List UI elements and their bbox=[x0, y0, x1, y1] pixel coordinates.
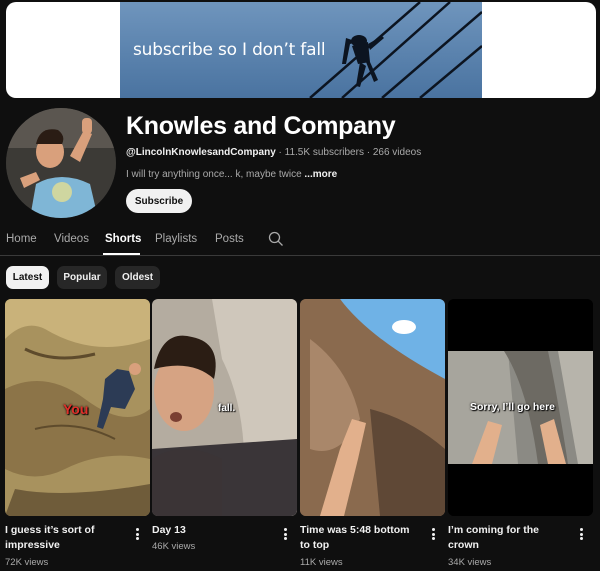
short-thumbnail[interactable] bbox=[300, 299, 445, 516]
avatar-image bbox=[6, 108, 116, 218]
short-views: 11K views bbox=[300, 557, 343, 568]
short-title[interactable]: I’m coming for the crown bbox=[448, 523, 568, 553]
more-actions-icon[interactable] bbox=[132, 526, 142, 542]
active-tab-indicator bbox=[103, 253, 140, 255]
more-link[interactable]: ...more bbox=[304, 169, 337, 180]
channel-stats: · 11.5K subscribers · 266 videos bbox=[275, 147, 422, 158]
short-views: 34K views bbox=[448, 557, 492, 568]
short-thumbnail[interactable]: You bbox=[5, 299, 150, 516]
filter-latest[interactable]: Latest bbox=[6, 266, 49, 289]
short-title[interactable]: Day 13 bbox=[152, 523, 272, 538]
short-overlay-text: You bbox=[63, 401, 89, 417]
channel-avatar[interactable] bbox=[6, 108, 116, 218]
banner-image: subscribe so I don’t fall bbox=[120, 2, 482, 98]
short-thumbnail[interactable]: Sorry, I’ll go here bbox=[448, 299, 593, 516]
short-overlay-text: fall. bbox=[218, 403, 236, 414]
more-actions-icon[interactable] bbox=[280, 526, 290, 542]
banner-text: subscribe so I don’t fall bbox=[133, 40, 326, 60]
short-title[interactable]: Time was 5:48 bottom to top bbox=[300, 523, 420, 553]
channel-handle[interactable]: @LincolnKnowlesandCompany bbox=[126, 147, 276, 158]
short-thumbnail[interactable]: fall. bbox=[152, 299, 297, 516]
channel-tabs: Home Videos Shorts Playlists Posts bbox=[0, 226, 600, 256]
short-title[interactable]: I guess it’s sort of impressive bbox=[5, 523, 125, 553]
description-text: I will try anything once... k, maybe twi… bbox=[126, 169, 305, 180]
short-thumbnail-image bbox=[300, 299, 445, 516]
short-overlay-text: Sorry, I’ll go here bbox=[470, 401, 555, 413]
channel-meta: @LincolnKnowlesandCompany · 11.5K subscr… bbox=[126, 147, 421, 158]
subscribe-button[interactable]: Subscribe bbox=[126, 189, 192, 213]
filter-oldest[interactable]: Oldest bbox=[115, 266, 160, 289]
channel-title: Knowles and Company bbox=[126, 112, 396, 140]
tab-videos[interactable]: Videos bbox=[54, 233, 89, 245]
tab-home[interactable]: Home bbox=[6, 233, 37, 245]
tab-posts[interactable]: Posts bbox=[215, 233, 244, 245]
tab-shorts[interactable]: Shorts bbox=[105, 233, 141, 245]
channel-banner: subscribe so I don’t fall bbox=[6, 2, 596, 98]
tab-playlists[interactable]: Playlists bbox=[155, 233, 197, 245]
search-icon[interactable] bbox=[268, 231, 284, 247]
more-actions-icon[interactable] bbox=[576, 526, 586, 542]
channel-description[interactable]: I will try anything once... k, maybe twi… bbox=[126, 169, 337, 180]
more-actions-icon[interactable] bbox=[428, 526, 438, 542]
filter-popular[interactable]: Popular bbox=[57, 266, 107, 289]
short-views: 72K views bbox=[5, 557, 49, 568]
short-views: 46K views bbox=[152, 541, 196, 552]
